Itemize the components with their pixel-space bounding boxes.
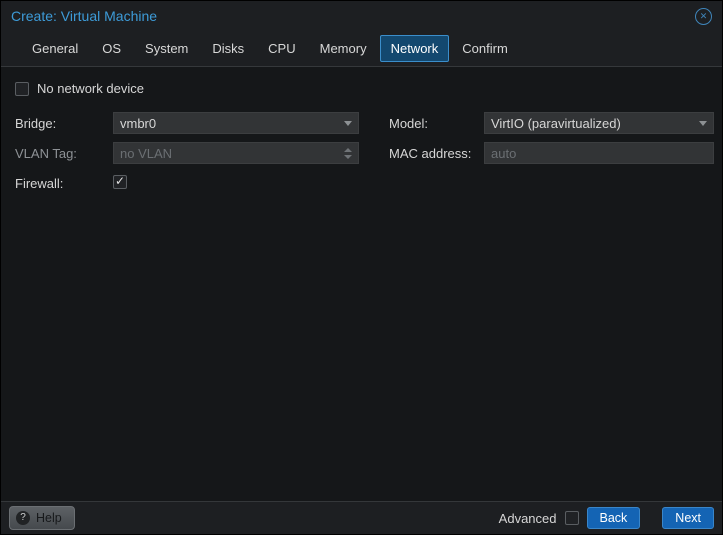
mac-address-label: MAC address: bbox=[389, 145, 472, 161]
help-button[interactable]: ? Help bbox=[9, 506, 75, 530]
bridge-value: vmbr0 bbox=[120, 115, 157, 131]
tab-network[interactable]: Network bbox=[379, 35, 450, 62]
next-button[interactable]: Next bbox=[662, 507, 714, 529]
mac-address-input[interactable]: auto bbox=[484, 142, 714, 164]
tab-memory[interactable]: Memory bbox=[309, 35, 378, 62]
number-spinner-icon[interactable] bbox=[344, 147, 352, 159]
advanced-checkbox[interactable] bbox=[564, 511, 579, 525]
firewall-checkbox-cell bbox=[113, 174, 359, 192]
no-network-device-checkbox[interactable] bbox=[15, 81, 29, 96]
bridge-label: Bridge: bbox=[15, 115, 57, 131]
create-vm-dialog: Create: Virtual Machine ✕ General OS Sys… bbox=[0, 0, 723, 535]
tab-system[interactable]: System bbox=[134, 35, 199, 62]
tab-bar: General OS System Disks CPU Memory Netwo… bbox=[1, 31, 722, 67]
close-icon[interactable]: ✕ bbox=[695, 7, 712, 25]
help-button-label: Help bbox=[36, 511, 62, 525]
bridge-combo[interactable]: vmbr0 bbox=[113, 112, 359, 134]
tab-general[interactable]: General bbox=[21, 35, 89, 62]
chevron-down-icon[interactable] bbox=[344, 120, 352, 126]
vlan-tag-spinner[interactable]: no VLAN bbox=[113, 142, 359, 164]
footer-actions: Advanced Back Next bbox=[499, 507, 714, 529]
mac-address-placeholder: auto bbox=[491, 145, 517, 161]
vlan-tag-placeholder: no VLAN bbox=[120, 145, 173, 161]
tab-confirm[interactable]: Confirm bbox=[451, 35, 519, 62]
model-label: Model: bbox=[389, 115, 429, 131]
back-button[interactable]: Back bbox=[586, 507, 641, 529]
spinner-down-icon[interactable] bbox=[344, 154, 352, 159]
model-combo[interactable]: VirtIO (paravirtualized) bbox=[484, 112, 714, 134]
spinner-up-icon[interactable] bbox=[344, 147, 352, 152]
firewall-label: Firewall: bbox=[15, 175, 64, 191]
firewall-checkbox[interactable] bbox=[113, 174, 127, 189]
network-form: Bridge: vmbr0 Model: VirtIO (paravirtual… bbox=[15, 112, 714, 194]
help-icon: ? bbox=[16, 511, 30, 525]
no-network-device-row[interactable]: No network device bbox=[15, 81, 708, 96]
network-tab-panel: No network device Bridge: vmbr0 Model: V… bbox=[1, 67, 722, 501]
tab-cpu[interactable]: CPU bbox=[257, 35, 306, 62]
tab-disks[interactable]: Disks bbox=[201, 35, 255, 62]
chevron-down-icon[interactable] bbox=[699, 120, 707, 126]
dialog-title: Create: Virtual Machine bbox=[11, 8, 158, 24]
vlan-tag-label: VLAN Tag: bbox=[15, 145, 77, 161]
advanced-label: Advanced bbox=[498, 510, 557, 526]
tab-os[interactable]: OS bbox=[91, 35, 132, 62]
no-network-device-label: No network device bbox=[37, 81, 144, 96]
dialog-footer: ? Help Advanced Back Next bbox=[1, 501, 722, 534]
dialog-titlebar: Create: Virtual Machine ✕ bbox=[1, 1, 722, 31]
model-value: VirtIO (paravirtualized) bbox=[491, 115, 621, 131]
